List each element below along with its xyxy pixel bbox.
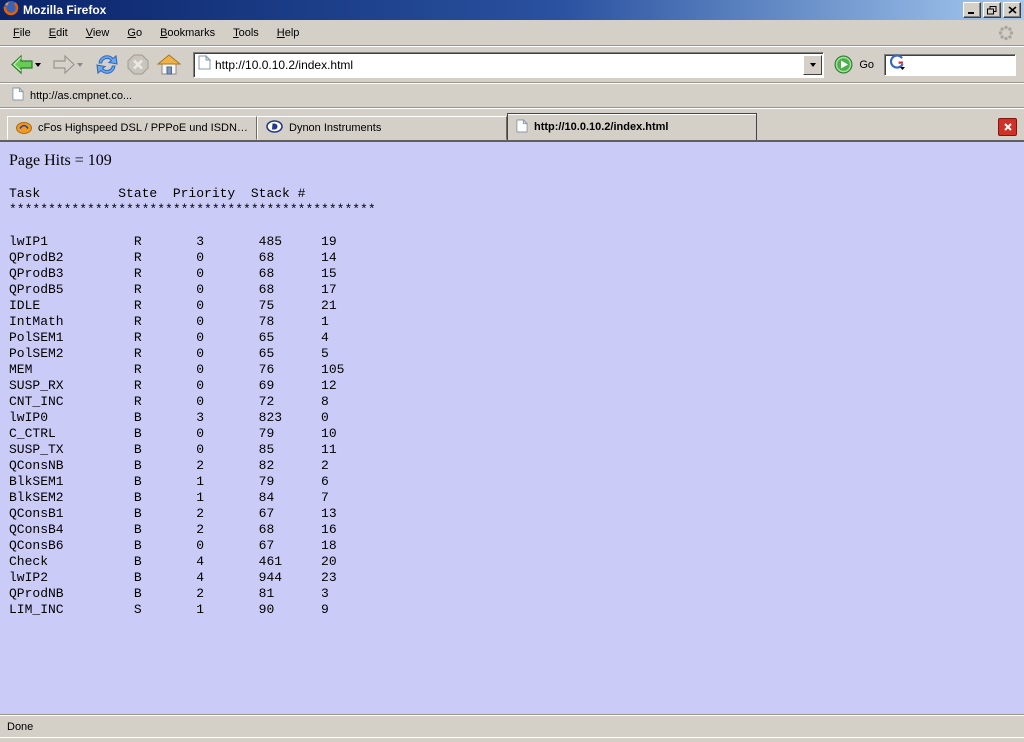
window-title: Mozilla Firefox (23, 0, 106, 20)
menu-view[interactable]: View (77, 24, 119, 42)
cfos-icon (16, 120, 32, 137)
minimize-button[interactable] (963, 2, 981, 18)
tab-label: cFos Highspeed DSL / PPPoE und ISDN CAP.… (38, 122, 248, 134)
menu-file[interactable]: File (4, 24, 40, 42)
menu-bookmarks[interactable]: Bookmarks (151, 24, 224, 42)
go-button[interactable]: Go (832, 53, 880, 76)
page-icon (198, 55, 211, 75)
search-input[interactable] (909, 58, 1011, 72)
home-button[interactable] (154, 52, 183, 78)
firefox-icon (3, 0, 19, 21)
url-dropdown-button[interactable] (803, 55, 822, 75)
stop-icon (126, 53, 150, 76)
dropdown-icon (810, 63, 816, 67)
dynon-icon (266, 120, 283, 136)
menu-edit[interactable]: Edit (40, 24, 77, 42)
forward-icon (52, 54, 76, 75)
tab-cfos[interactable]: cFos Highspeed DSL / PPPoE und ISDN CAP.… (7, 116, 257, 140)
url-input[interactable] (215, 57, 799, 73)
reload-icon (94, 53, 120, 76)
bookmark-label: http://as.cmpnet.co... (30, 90, 132, 102)
reload-button[interactable] (92, 51, 122, 78)
go-label: Go (859, 59, 874, 71)
tab-label: Dynon Instruments (289, 122, 498, 134)
menu-tools[interactable]: Tools (224, 24, 268, 42)
tab-bar: cFos Highspeed DSL / PPPoE und ISDN CAP.… (0, 108, 1024, 142)
page-icon (12, 87, 24, 104)
restore-icon (987, 6, 997, 15)
titlebar: Mozilla Firefox (0, 0, 1024, 20)
google-g-icon[interactable] (889, 54, 906, 76)
forward-button[interactable] (50, 52, 90, 77)
throbber-icon (998, 25, 1014, 41)
task-table: Task State Priority Stack # ************… (9, 186, 1024, 618)
page-icon (516, 119, 528, 136)
close-button[interactable] (1003, 2, 1021, 18)
navigation-toolbar: Go (0, 46, 1024, 83)
tab-label: http://10.0.10.2/index.html (534, 121, 748, 133)
bookmark-item[interactable]: http://as.cmpnet.co... (8, 86, 136, 105)
menu-go[interactable]: Go (118, 24, 151, 42)
go-icon (834, 55, 853, 74)
forward-dropdown-icon[interactable] (77, 63, 83, 67)
bookmarks-toolbar: http://as.cmpnet.co... (0, 83, 1024, 108)
menubar: File Edit View Go Bookmarks Tools Help (0, 20, 1024, 46)
back-dropdown-icon[interactable] (35, 63, 41, 67)
url-bar[interactable] (193, 52, 824, 78)
page-hits-text: Page Hits = 109 (9, 152, 1024, 170)
back-button[interactable] (8, 52, 48, 77)
tab-close-icon (1003, 122, 1013, 132)
close-icon (1008, 6, 1017, 14)
status-bar: Done (0, 715, 1024, 737)
stop-button[interactable] (124, 51, 152, 78)
minimize-icon (968, 12, 974, 14)
search-box[interactable] (884, 54, 1016, 76)
status-text: Done (7, 721, 33, 733)
menu-help[interactable]: Help (268, 24, 309, 42)
browser-window: Mozilla Firefox File Edit View Go Bookma (0, 0, 1024, 742)
page-content: Page Hits = 109 Task State Priority Stac… (0, 142, 1024, 715)
tab-active-index-page[interactable]: http://10.0.10.2/index.html (507, 113, 757, 140)
back-icon (10, 54, 34, 75)
home-icon (156, 54, 181, 76)
tab-dynon[interactable]: Dynon Instruments (257, 116, 507, 140)
tab-close-button[interactable] (998, 118, 1017, 136)
window-bottom-edge (0, 737, 1024, 742)
window-controls (963, 2, 1021, 18)
restore-button[interactable] (983, 2, 1001, 18)
